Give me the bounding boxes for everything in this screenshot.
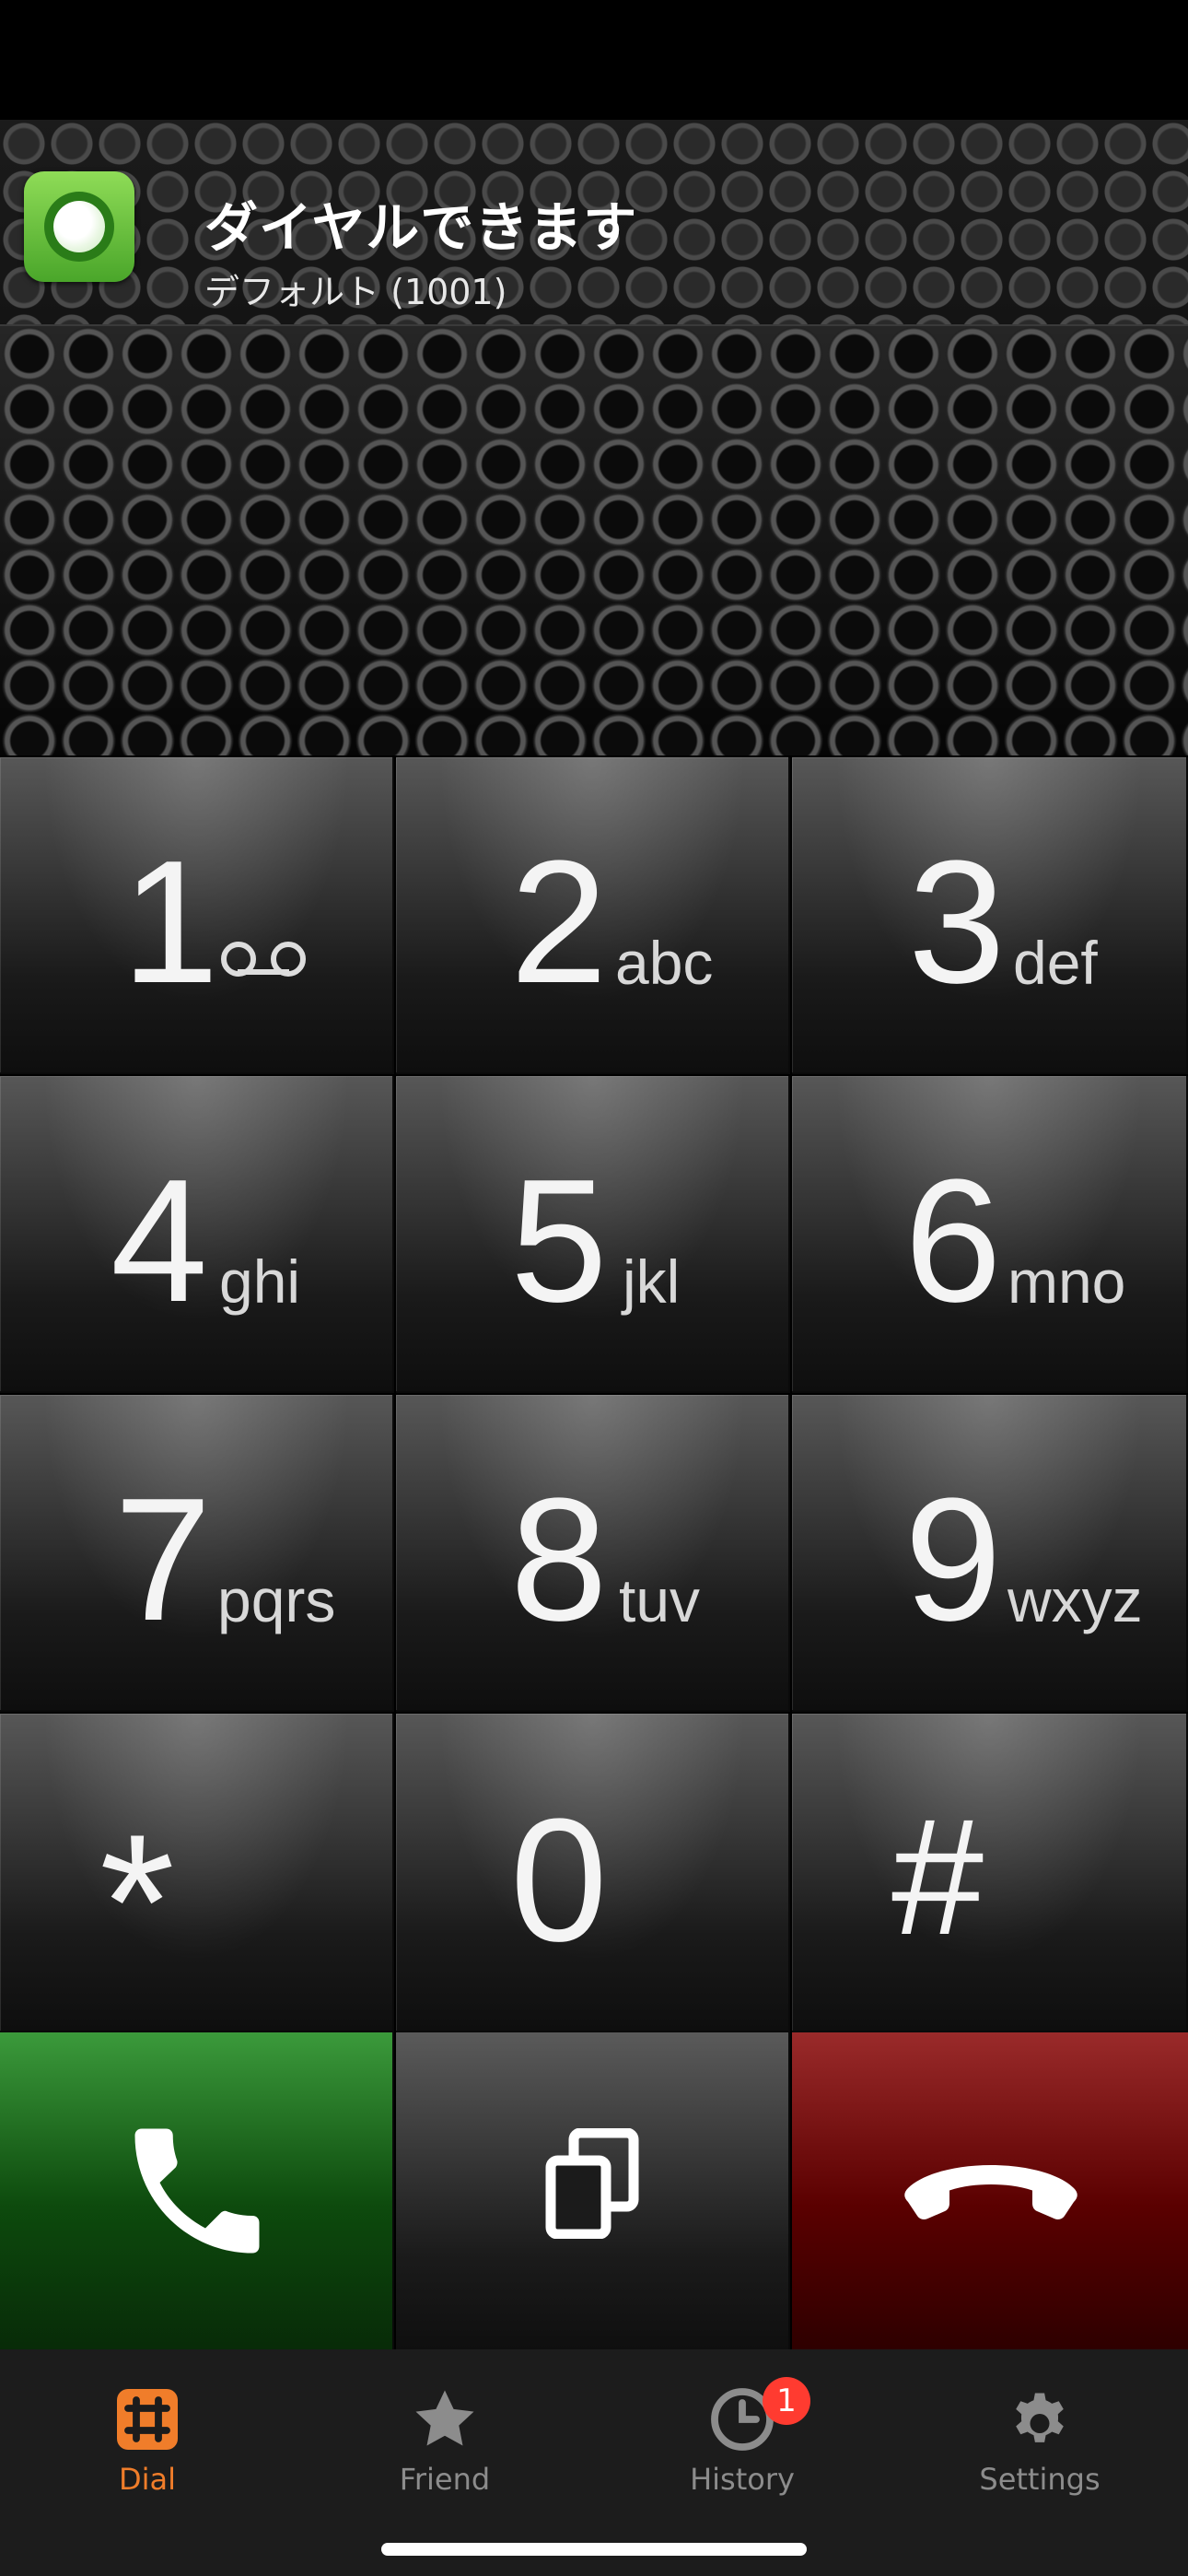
tab-settings[interactable]: Settings bbox=[929, 2368, 1150, 2497]
key-letters: tuv bbox=[619, 1566, 701, 1634]
key-0[interactable]: 0 bbox=[396, 1714, 790, 2032]
tab-label: Settings bbox=[979, 2462, 1101, 2497]
online-status-icon bbox=[24, 171, 134, 282]
copy-icon bbox=[545, 2128, 639, 2239]
hangup-button[interactable] bbox=[792, 2032, 1188, 2349]
key-digit: 7 bbox=[114, 1462, 212, 1657]
voicemail-icon bbox=[221, 942, 306, 977]
key-digit: 0 bbox=[510, 1783, 608, 1978]
home-indicator bbox=[381, 2543, 807, 2556]
key-letters: wxyz bbox=[1007, 1566, 1143, 1634]
key-star[interactable]: * bbox=[0, 1714, 394, 2032]
key-letters: ghi bbox=[219, 1247, 301, 1316]
star-icon bbox=[415, 2390, 474, 2446]
key-9[interactable]: 9 wxyz bbox=[792, 1395, 1188, 1712]
tab-history[interactable]: 1 History bbox=[632, 2368, 853, 2497]
gear-icon bbox=[1016, 2393, 1064, 2442]
key-6[interactable]: 6 mno bbox=[792, 1076, 1188, 1393]
key-letters: abc bbox=[615, 929, 714, 997]
key-2[interactable]: 2 abc bbox=[396, 757, 790, 1074]
dialpad-icon bbox=[117, 2389, 178, 2450]
key-digit: * bbox=[99, 1794, 175, 2010]
key-8[interactable]: 8 tuv bbox=[396, 1395, 790, 1712]
status-title: ダイヤルできます bbox=[204, 196, 638, 259]
key-hash[interactable]: # bbox=[792, 1714, 1188, 2032]
key-digit: 2 bbox=[510, 825, 608, 1020]
copy-button[interactable] bbox=[396, 2032, 790, 2349]
key-digit: 9 bbox=[904, 1462, 1002, 1657]
tab-label: Dial bbox=[118, 2462, 177, 2497]
key-digit: # bbox=[891, 1785, 984, 1970]
key-5[interactable]: 5 jkl bbox=[396, 1076, 790, 1393]
tab-dial[interactable]: Dial bbox=[37, 2368, 258, 2497]
tab-label: Friend bbox=[399, 2462, 491, 2497]
key-4[interactable]: 4 ghi bbox=[0, 1076, 394, 1393]
key-letters: def bbox=[1013, 929, 1098, 997]
key-3[interactable]: 3 def bbox=[792, 757, 1188, 1074]
registration-status-header: ダイヤルできます デフォルト (1001) bbox=[0, 120, 1188, 326]
key-letters: mno bbox=[1007, 1247, 1126, 1316]
key-letters: pqrs bbox=[217, 1566, 336, 1634]
call-actions bbox=[0, 2032, 1188, 2349]
hangup-icon bbox=[904, 2165, 1077, 2219]
key-letters: jkl bbox=[623, 1247, 681, 1316]
key-digit: 1 bbox=[122, 825, 219, 1020]
number-display bbox=[0, 326, 1188, 755]
key-digit: 3 bbox=[908, 825, 1006, 1020]
status-account: デフォルト (1001) bbox=[204, 272, 507, 312]
call-icon bbox=[134, 2128, 260, 2254]
key-digit: 8 bbox=[510, 1462, 608, 1657]
tab-friend[interactable]: Friend bbox=[334, 2368, 555, 2497]
key-7[interactable]: 7 pqrs bbox=[0, 1395, 394, 1712]
tab-label: History bbox=[690, 2462, 795, 2497]
key-digit: 6 bbox=[904, 1143, 1002, 1339]
call-button[interactable] bbox=[0, 2032, 394, 2349]
key-1[interactable]: 1 bbox=[0, 757, 394, 1074]
history-badge: 1 bbox=[763, 2377, 810, 2425]
key-digit: 5 bbox=[510, 1143, 608, 1339]
key-digit: 4 bbox=[111, 1143, 208, 1339]
status-bar bbox=[0, 0, 1188, 120]
